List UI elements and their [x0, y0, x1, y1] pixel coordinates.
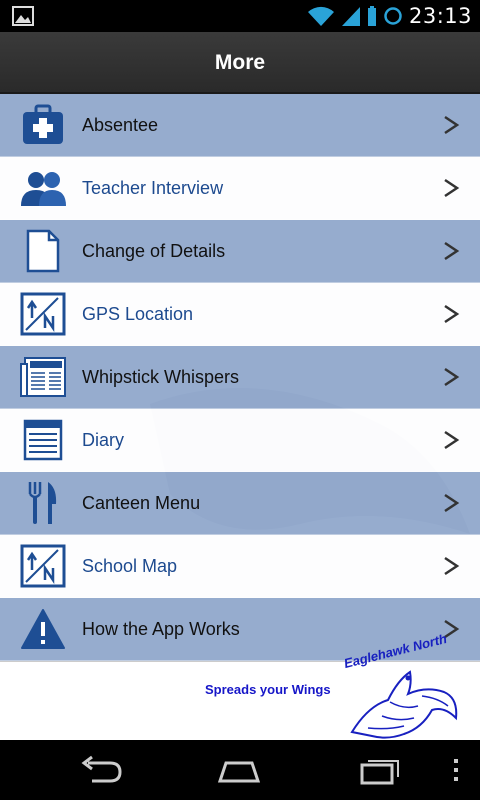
menu-item-label: Absentee — [82, 114, 159, 135]
chevron-right-icon — [444, 556, 460, 576]
content-area: Absentee Teacher Interview Change of Det… — [0, 94, 480, 740]
menu-item-canteen-menu[interactable]: Canteen Menu — [0, 472, 480, 535]
menu-item-absentee[interactable]: Absentee — [0, 94, 480, 157]
action-bar: More — [0, 32, 480, 94]
menu-item-change-of-details[interactable]: Change of Details — [0, 220, 480, 283]
medical-kit-icon — [18, 102, 68, 148]
menu-item-label: Diary — [82, 429, 125, 450]
map-location-icon — [18, 291, 68, 337]
eagle-logo-icon — [350, 670, 458, 739]
gallery-notification-icon — [12, 6, 34, 26]
chevron-right-icon — [444, 241, 460, 261]
home-icon[interactable] — [216, 755, 262, 785]
menu-item-label: How the App Works — [82, 618, 240, 639]
chevron-right-icon — [444, 493, 460, 513]
battery-icon — [367, 6, 376, 26]
overflow-menu-icon[interactable] — [446, 755, 466, 785]
menu-item-gps-location[interactable]: GPS Location — [0, 283, 480, 346]
banner-tagline: Spreads your Wings — [205, 682, 331, 697]
chevron-right-icon — [444, 115, 460, 135]
menu-item-diary[interactable]: Diary — [0, 409, 480, 472]
menu-item-school-map[interactable]: School Map — [0, 535, 480, 598]
chevron-right-icon — [444, 367, 460, 387]
people-icon — [18, 165, 68, 211]
system-nav-bar — [0, 740, 480, 800]
menu-item-label: GPS Location — [82, 303, 194, 324]
menu-item-label: School Map — [82, 555, 178, 576]
warning-icon — [18, 606, 68, 652]
back-icon[interactable] — [78, 755, 124, 785]
chevron-right-icon — [444, 178, 460, 198]
menu-item-label: Teacher Interview — [82, 177, 224, 198]
notepad-icon — [18, 417, 68, 463]
newspaper-icon — [18, 354, 68, 400]
signal-icon — [341, 7, 360, 26]
wifi-icon — [307, 6, 334, 27]
sync-ring-icon — [384, 7, 402, 25]
menu-item-label: Whipstick Whispers — [82, 366, 240, 387]
recent-apps-icon[interactable] — [358, 755, 404, 785]
page-title: More — [214, 51, 266, 74]
status-bar: 23:13 — [0, 0, 480, 32]
chevron-right-icon — [444, 304, 460, 324]
document-icon — [18, 228, 68, 274]
menu-list: Absentee Teacher Interview Change of Det… — [0, 94, 480, 661]
clock: 23:13 — [408, 4, 472, 28]
menu-item-teacher-interview[interactable]: Teacher Interview — [0, 157, 480, 220]
map-location-icon — [18, 543, 68, 589]
fork-knife-icon — [18, 480, 68, 526]
chevron-right-icon — [444, 430, 460, 450]
school-banner: Spreads your Wings Eaglehawk North — [0, 631, 480, 740]
menu-item-label: Canteen Menu — [82, 492, 201, 513]
menu-item-whipstick-whispers[interactable]: Whipstick Whispers — [0, 346, 480, 409]
menu-item-label: Change of Details — [82, 240, 226, 261]
